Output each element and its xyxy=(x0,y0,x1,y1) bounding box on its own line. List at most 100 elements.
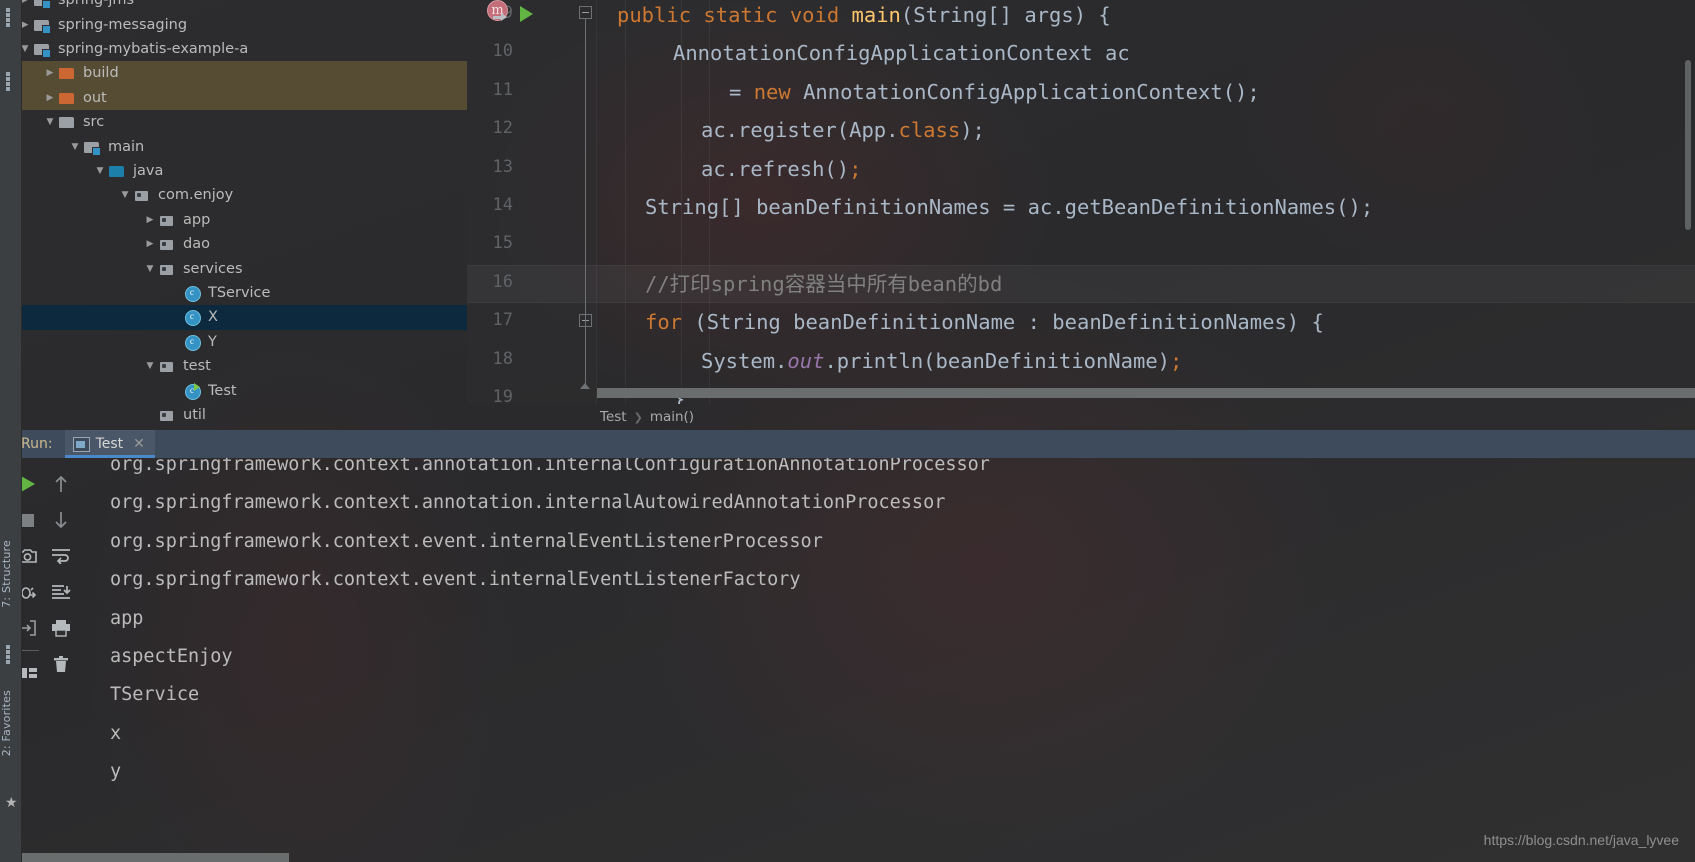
line-number: 14 xyxy=(492,195,513,215)
tree-item-util[interactable]: util xyxy=(11,403,467,427)
down-stacktrace-button[interactable] xyxy=(44,502,77,538)
tree-item-out[interactable]: out xyxy=(11,85,467,110)
chevron-down-icon[interactable] xyxy=(67,139,83,155)
chevron-right-icon[interactable] xyxy=(42,65,58,81)
project-tree-panel[interactable]: spring-jms spring-messaging spring-mybatis… xyxy=(11,0,467,430)
tree-item-test[interactable]: test xyxy=(11,354,467,378)
tool-window-icon-second xyxy=(6,72,15,91)
code-line[interactable]: ac.register(App.class); xyxy=(701,111,985,149)
run-tool-window: Run: Test ✕ org.springframework.context.… xyxy=(11,430,1695,862)
folder-orange-icon xyxy=(58,90,78,106)
override-arrow xyxy=(493,13,507,22)
code-line[interactable]: System.out.println(beanDefinitionName); xyxy=(701,342,1182,380)
scroll-to-end-button[interactable] xyxy=(44,574,77,610)
tree-item-spring-jms[interactable]: spring-jms xyxy=(11,0,467,12)
editor-code-area[interactable]: public static void main(String[] args) {… xyxy=(597,0,1695,404)
console-line: org.springframework.context.annotation.i… xyxy=(110,458,990,475)
console-output[interactable]: org.springframework.context.annotation.i… xyxy=(77,458,1695,862)
print-button[interactable] xyxy=(44,610,77,646)
editor-horizontal-scrollbar[interactable] xyxy=(597,388,1695,398)
run-toolbar-right-column xyxy=(44,458,77,862)
tree-item-label: main xyxy=(108,138,145,155)
package-icon xyxy=(158,407,178,423)
tree-item-dao[interactable]: dao xyxy=(11,232,467,256)
breadcrumb[interactable]: Test ❯ main() xyxy=(467,404,1695,430)
java-class-runnable-icon xyxy=(183,382,203,400)
code-fold-collapse-icon[interactable] xyxy=(579,6,592,19)
tool-window-icon-top xyxy=(6,8,15,27)
play-green-icon xyxy=(20,476,35,492)
up-stacktrace-button[interactable] xyxy=(44,466,77,502)
sidebar-item-structure[interactable]: 7: Structure xyxy=(0,540,22,608)
override-method-gutter-icon[interactable]: m xyxy=(487,0,508,21)
code-line[interactable]: String[] beanDefinitionNames = ac.getBea… xyxy=(645,188,1373,226)
tree-item-services[interactable]: services xyxy=(11,256,467,280)
soft-wrap-button[interactable] xyxy=(44,538,77,574)
chevron-right-icon[interactable] xyxy=(142,212,158,228)
tree-item-spring-messaging[interactable]: spring-messaging xyxy=(11,12,467,36)
clear-all-button[interactable] xyxy=(44,646,77,682)
stop-square-icon xyxy=(21,513,34,527)
scroll-to-end-icon xyxy=(51,585,71,599)
chevron-right-icon[interactable] xyxy=(142,236,158,252)
chevron-right-icon[interactable] xyxy=(42,90,58,106)
tree-item-x[interactable]: X xyxy=(11,305,467,330)
tree-item-build[interactable]: build xyxy=(11,61,467,86)
code-line[interactable]: AnnotationConfigApplicationContext ac xyxy=(673,34,1130,72)
tree-item-app[interactable]: app xyxy=(11,208,467,232)
close-icon[interactable]: ✕ xyxy=(133,437,145,451)
chevron-down-icon[interactable] xyxy=(142,358,158,374)
code-token: ac.register(App. xyxy=(701,118,899,143)
code-line[interactable]: ac.refresh(); xyxy=(701,150,861,188)
chevron-down-icon[interactable] xyxy=(42,114,58,130)
code-line[interactable]: for (String beanDefinitionName : beanDef… xyxy=(645,303,1324,341)
code-token: (String[] args) { xyxy=(900,3,1111,27)
watermark-url: https://blog.csdn.net/java_lyvee xyxy=(1483,832,1679,848)
tree-item-label: spring-messaging xyxy=(58,16,188,33)
chevron-down-icon[interactable] xyxy=(92,163,108,179)
code-line[interactable]: //打印spring容器当中所有bean的bd xyxy=(645,265,1002,303)
tree-item-spring-mybatis-example-a[interactable]: spring-mybatis-example-a xyxy=(11,37,467,61)
printer-icon xyxy=(51,620,70,637)
tree-item-y[interactable]: Y xyxy=(11,330,467,354)
favorites-star-icon: ★ xyxy=(5,795,18,811)
run-tab-test[interactable]: Test ✕ xyxy=(64,430,155,458)
ide-window: 7: Structure 2: Favorites ★ spring-jmssp… xyxy=(0,0,1695,862)
tree-item-main[interactable]: main xyxy=(11,134,467,158)
code-token: for xyxy=(645,310,695,335)
code-token: ; xyxy=(849,156,862,181)
run-method-gutter-icon[interactable] xyxy=(520,6,533,22)
tree-item-label: java xyxy=(133,162,164,179)
code-line[interactable]: public static void main(String[] args) { xyxy=(617,0,1111,34)
tree-item-label: services xyxy=(183,260,243,277)
java-class-icon xyxy=(183,309,203,327)
console-line: org.springframework.context.event.intern… xyxy=(110,569,801,591)
folder-icon xyxy=(58,114,78,130)
left-tool-strip: 7: Structure 2: Favorites ★ xyxy=(0,0,22,862)
chevron-down-icon[interactable] xyxy=(117,187,133,203)
tree-item-test[interactable]: Test xyxy=(11,378,467,402)
sidebar-item-favorites[interactable]: 2: Favorites xyxy=(0,690,22,756)
module-icon xyxy=(33,41,53,58)
code-token: = xyxy=(729,79,754,104)
chevron-down-icon[interactable] xyxy=(142,261,158,277)
tree-item-src[interactable]: src xyxy=(11,110,467,134)
breadcrumb-class[interactable]: Test xyxy=(597,409,630,425)
code-token: (String beanDefinitionName : beanDefinit… xyxy=(694,310,1324,335)
code-token: class xyxy=(898,118,961,143)
console-line: y xyxy=(110,761,122,783)
project-tree-vertical-scrollbar[interactable] xyxy=(1685,60,1691,230)
tree-item-label: X xyxy=(208,309,218,326)
tree-item-java[interactable]: java xyxy=(11,159,467,183)
code-line[interactable]: = new AnnotationConfigApplicationContext… xyxy=(729,73,1260,111)
project-tree-horizontal-scrollbar[interactable] xyxy=(11,853,467,862)
tree-item-tservice[interactable]: TService xyxy=(11,281,467,305)
code-fold-guide-line xyxy=(585,327,586,385)
module-icon xyxy=(83,139,103,156)
console-line: aspectEnjoy xyxy=(110,646,233,667)
breadcrumb-method[interactable]: main() xyxy=(647,409,697,425)
editor-gutter[interactable]: 9 10 11 12 13 14 15 16 17 18 19 m xyxy=(467,0,597,404)
code-editor[interactable]: 9 10 11 12 13 14 15 16 17 18 19 m public static voi… xyxy=(467,0,1695,404)
tree-item-label: com.enjoy xyxy=(158,187,234,204)
tree-item-com-enjoy[interactable]: com.enjoy xyxy=(11,183,467,207)
